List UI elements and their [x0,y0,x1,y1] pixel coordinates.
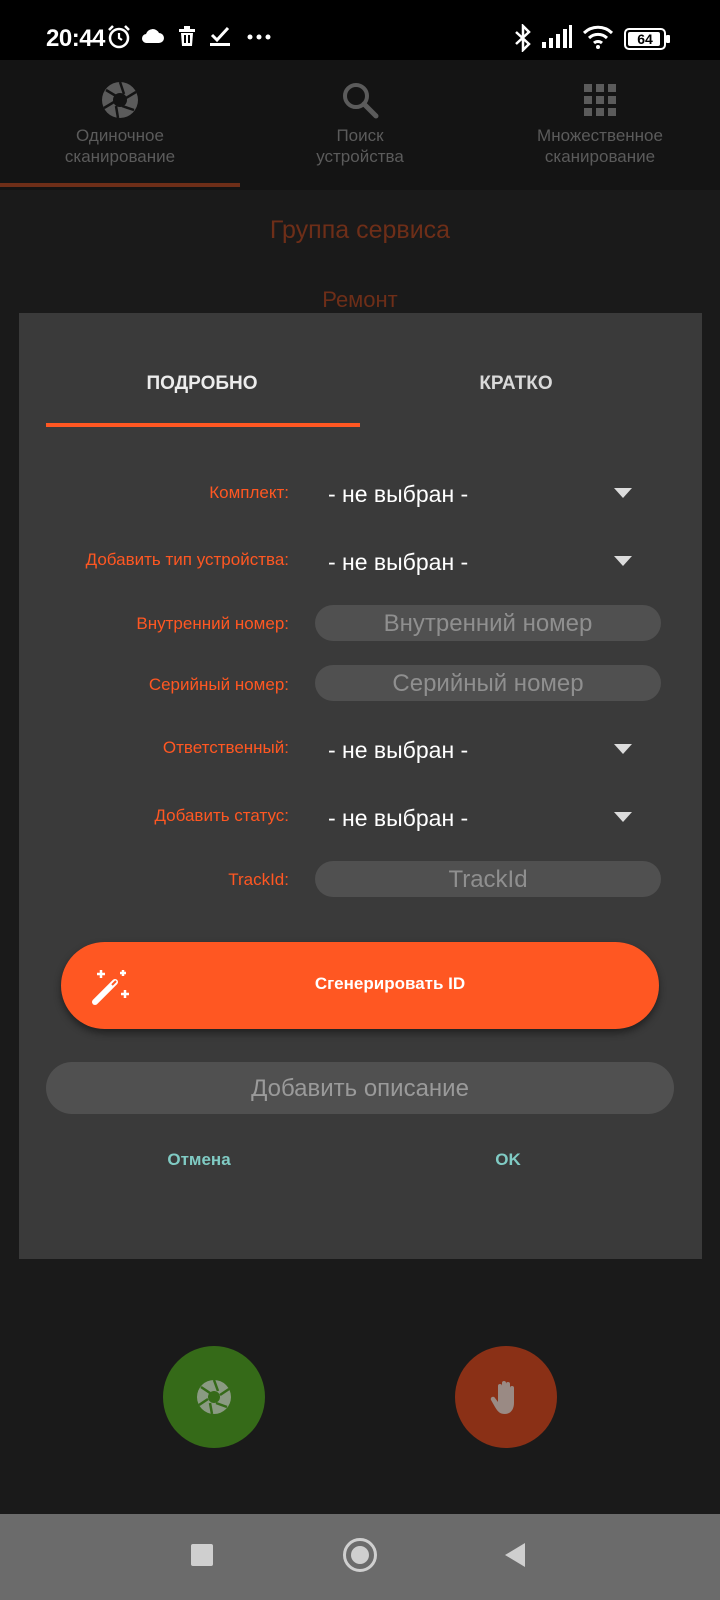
back-button[interactable] [505,1543,525,1567]
bluetooth-icon [515,24,531,52]
home-button[interactable] [343,1538,377,1572]
ok-button[interactable]: OK [448,1150,568,1170]
kit-select-value: - не выбран - [328,481,469,507]
status-select-value: - не выбран - [328,805,469,831]
battery-level: 64 [637,31,653,47]
responsible-select[interactable]: - не выбран - [328,729,660,769]
system-nav-bar [0,1514,720,1600]
generate-id-label: Сгенерировать ID [314,974,466,993]
app-tab-bar: Одиночное сканирование Поиск устройства … [0,60,720,190]
tab-multi-scan-label-2: сканирование [544,147,656,166]
service-group-value: Ремонт [322,287,398,312]
tab-brief[interactable]: КРАТКО [360,373,672,395]
tab-device-search-label-1: Поиск [336,126,384,145]
tab-single-scan-label-2: сканирование [64,147,176,166]
status-time: 20:44 [46,25,105,52]
trackid-input[interactable]: TrackId [315,861,661,897]
serial-number-label: Серийный номер: [148,675,289,694]
service-group-title: Группа сервиса [269,216,451,244]
dropdown-arrow-icon [614,488,632,498]
aperture-icon [197,1379,231,1415]
serial-number-input[interactable]: Серийный номер [315,665,661,701]
kit-select[interactable]: - не выбран - [328,473,660,513]
dropdown-arrow-icon [614,744,632,754]
search-icon [343,83,379,119]
aperture-icon [102,81,138,119]
trash-icon [179,26,195,46]
scan-fab-button[interactable] [163,1346,265,1448]
status-bar: 20:44 64 [0,0,720,60]
trackid-label: TrackId: [228,870,289,889]
device-type-label: Добавить тип устройства: [85,550,289,569]
device-type-select[interactable]: - не выбран - [328,541,660,581]
tab-device-search-label-2: устройства [316,147,404,166]
grid-icon [584,84,616,116]
recents-button[interactable] [191,1544,213,1566]
tab-device-search[interactable]: Поиск устройства [240,60,480,190]
tab-multi-scan[interactable]: Множественное сканирование [480,60,720,190]
hand-stop-icon [490,1381,514,1414]
add-device-dialog: ПОДРОБНО КРАТКО Комплект: - не выбран - … [19,313,702,1259]
tab-single-scan-label-1: Одиночное [76,126,164,145]
status-label: Добавить статус: [154,806,289,825]
tab-detailed[interactable]: ПОДРОБНО [46,373,358,395]
generate-id-button[interactable]: Сгенерировать ID [61,942,659,1029]
cancel-button[interactable]: Отмена [139,1150,259,1170]
stop-fab-button[interactable] [455,1346,557,1448]
dropdown-arrow-icon [614,556,632,566]
wifi-icon [582,25,614,49]
internal-number-label: Внутренний номер: [136,614,289,633]
app-tab-indicator [0,183,240,187]
tab-single-scan[interactable]: Одиночное сканирование [0,60,240,190]
responsible-label: Ответственный: [162,738,289,757]
status-select[interactable]: - не выбран - [328,797,660,837]
tab-multi-scan-label-1: Множественное [537,126,663,145]
kit-label: Комплект: [209,483,289,502]
responsible-select-value: - не выбран - [328,737,469,763]
dropdown-arrow-icon [614,812,632,822]
battery-icon: 64 [624,28,670,50]
signal-icon [542,25,572,48]
device-type-select-value: - не выбран - [328,549,469,575]
task-check-icon [210,26,230,46]
internal-number-input[interactable]: Внутренний номер [315,605,661,641]
more-dots-icon [247,34,271,40]
alarm-icon [108,25,130,49]
dialog-tab-indicator [46,423,360,427]
description-input[interactable]: Добавить описание [46,1062,674,1114]
cloud-icon [141,29,164,44]
